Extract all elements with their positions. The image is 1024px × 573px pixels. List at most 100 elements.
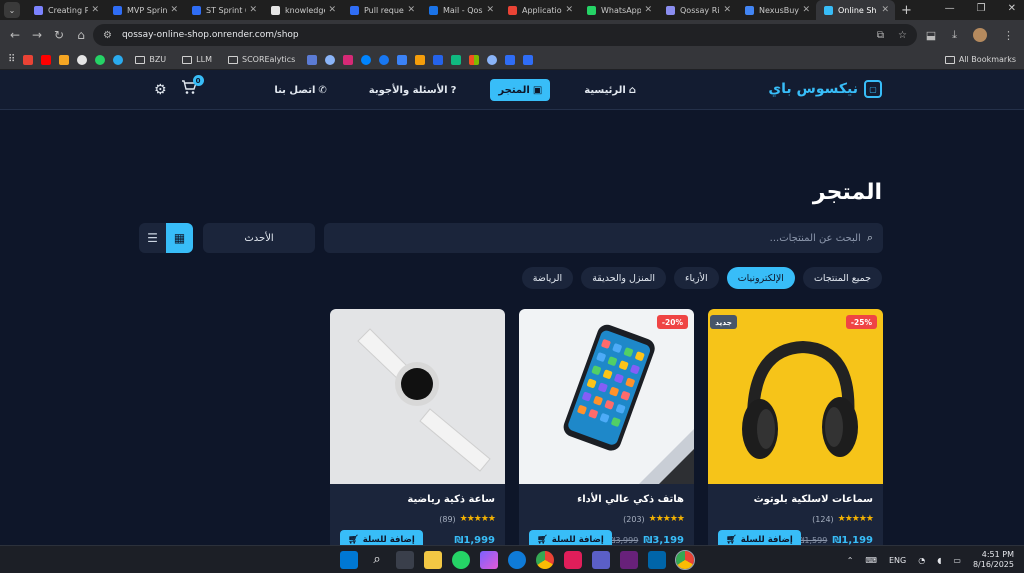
product-image[interactable]: -25% جديد (708, 309, 883, 484)
add-to-cart-button[interactable]: إضافة للسلة 🛒︎ (529, 530, 612, 545)
bookmark-folder-scorealytics[interactable]: SCOREalytics (227, 55, 295, 64)
microsoft-bookmark-icon[interactable] (469, 54, 480, 65)
browser-menu-icon[interactable]: ⋮ (1003, 29, 1014, 42)
forward-icon[interactable]: → (26, 28, 48, 42)
product-card[interactable]: -25% جديد سماعات لاسلكية بلوتوث ★★★★★ (124) ₪… (708, 309, 883, 545)
add-to-cart-button[interactable]: إضافة للسلة 🛒︎ (340, 530, 423, 545)
language-indicator[interactable]: ENG (889, 556, 906, 565)
copilot-icon[interactable] (480, 551, 498, 569)
tab-close-icon[interactable]: ✕ (881, 5, 889, 15)
bookmark-icon[interactable] (325, 54, 336, 65)
tab-close-icon[interactable]: ✕ (249, 5, 257, 15)
browser-tab[interactable]: Online Sh ✕ (816, 0, 895, 20)
keyboard-icon[interactable]: ⌨ (865, 556, 877, 565)
bookmark-icon[interactable] (487, 54, 498, 65)
chrome-active-icon[interactable] (675, 550, 695, 570)
telegram-bookmark-icon[interactable] (113, 54, 124, 65)
tray-chevron-icon[interactable]: ⌃ (847, 556, 854, 565)
product-name[interactable]: سماعات لاسلكية بلوتوث (754, 494, 873, 505)
nav-link-0[interactable]: ⌂ الرئيسية (576, 79, 644, 101)
cart-button[interactable]: 0 (181, 75, 204, 99)
download-icon[interactable]: ⤓ (952, 28, 957, 42)
bookmark-icon[interactable] (415, 54, 426, 65)
bookmark-icon[interactable] (505, 54, 516, 65)
browser-tab[interactable]: Qossay Ri ✕ (658, 0, 737, 20)
slack-icon[interactable] (564, 551, 582, 569)
vscode-icon[interactable] (648, 551, 666, 569)
gmail-bookmark-icon[interactable] (23, 54, 34, 65)
tab-close-icon[interactable]: ✕ (328, 5, 336, 15)
github-bookmark-icon[interactable] (77, 54, 88, 65)
product-image[interactable] (330, 309, 505, 484)
bookmark-star-icon[interactable]: ☆ (898, 30, 907, 41)
category-chip[interactable]: جميع المنتجات (802, 267, 882, 289)
facebook-bookmark-icon[interactable] (379, 54, 390, 65)
settings-gear-icon[interactable]: ⚙ (154, 82, 167, 98)
tab-search-icon[interactable]: ⌄ (4, 2, 20, 18)
tab-close-icon[interactable]: ✕ (723, 5, 731, 15)
messenger-bookmark-icon[interactable] (361, 54, 372, 65)
new-tab-button[interactable]: + (901, 3, 912, 18)
browser-tab[interactable]: Pull reque ✕ (342, 0, 421, 20)
product-name[interactable]: هاتف ذكي عالي الأداء (577, 494, 684, 505)
install-app-icon[interactable]: ⧉ (877, 30, 884, 41)
add-to-cart-button[interactable]: إضافة للسلة 🛒︎ (718, 530, 801, 545)
bookmark-icon[interactable] (59, 54, 70, 65)
profile-avatar[interactable] (973, 28, 987, 42)
whatsapp-taskbar-icon[interactable] (452, 551, 470, 569)
nav-link-3[interactable]: ✆ اتصل بنا (266, 79, 334, 101)
close-window-icon[interactable]: ✕ (1008, 3, 1016, 14)
tab-close-icon[interactable]: ✕ (565, 5, 573, 15)
file-explorer-icon[interactable] (424, 551, 442, 569)
brand-logo[interactable]: ▢ نيكسوس باي (768, 80, 882, 98)
browser-tab[interactable]: Application ✕ (500, 0, 579, 20)
sort-select[interactable]: الأحدث (203, 223, 315, 253)
nav-link-2[interactable]: ? الأسئلة والأجوبة (361, 79, 465, 101)
all-bookmarks-button[interactable]: All Bookmarks (944, 55, 1016, 64)
bookmark-icon[interactable] (433, 54, 444, 65)
bookmark-icon[interactable] (397, 54, 408, 65)
product-image[interactable]: -20% (519, 309, 694, 484)
bookmark-icon[interactable] (451, 54, 462, 65)
bookmark-icon[interactable] (523, 54, 534, 65)
nav-link-1[interactable]: ▣ المتجر (490, 79, 551, 101)
volume-icon[interactable]: ◖ (937, 556, 941, 565)
tab-close-icon[interactable]: ✕ (486, 5, 494, 15)
product-card[interactable]: ساعة ذكية رياضية ★★★★★ (89) ₪1,999 إضافة للس… (330, 309, 505, 545)
minimize-icon[interactable]: — (945, 3, 955, 14)
instagram-bookmark-icon[interactable] (343, 54, 354, 65)
category-chip[interactable]: الرياضة (521, 267, 574, 289)
grid-view-icon[interactable]: ▦ (166, 223, 193, 253)
wifi-icon[interactable]: ◔ (918, 556, 925, 565)
restore-icon[interactable]: ❐ (977, 3, 986, 14)
browser-tab[interactable]: ST Sprint 6 ✕ (184, 0, 263, 20)
browser-tab[interactable]: Creating P ✕ (26, 0, 105, 20)
search-taskbar-icon[interactable]: ⌕ (368, 551, 386, 569)
system-clock[interactable]: 4:51 PM 8/16/2025 (973, 550, 1014, 570)
back-icon[interactable]: ← (4, 28, 26, 42)
address-bar[interactable]: ⚙ qossay-online-shop.onrender.com/shop ⧉… (93, 24, 917, 46)
tab-close-icon[interactable]: ✕ (802, 5, 810, 15)
bookmark-folder-bzu[interactable]: BZU (135, 55, 166, 64)
category-chip[interactable]: الإلكترونيات (726, 267, 795, 289)
category-chip[interactable]: الأزياء (674, 267, 719, 289)
whatsapp-bookmark-icon[interactable] (95, 54, 106, 65)
edge-icon[interactable] (508, 551, 526, 569)
browser-tab[interactable]: MVP Sprint ✕ (105, 0, 184, 20)
list-view-icon[interactable]: ☰ (139, 223, 166, 253)
browser-tab[interactable]: WhatsApp ✕ (579, 0, 658, 20)
visual-studio-icon[interactable] (620, 551, 638, 569)
battery-icon[interactable]: ▭ (953, 556, 961, 565)
tab-close-icon[interactable]: ✕ (170, 5, 178, 15)
tab-close-icon[interactable]: ✕ (407, 5, 415, 15)
product-card[interactable]: -20% هاتف ذكي عالي الأداء ★★★★★ (203) ₪3,199… (519, 309, 694, 545)
youtube-bookmark-icon[interactable] (41, 54, 52, 65)
bookmark-icon[interactable] (307, 54, 318, 65)
tab-close-icon[interactable]: ✕ (644, 5, 652, 15)
home-icon[interactable]: ⌂ (70, 28, 92, 42)
tab-close-icon[interactable]: ✕ (91, 5, 99, 15)
browser-tab[interactable]: knowledge ✕ (263, 0, 342, 20)
extensions-icon[interactable]: ⬓ (926, 29, 936, 42)
category-chip[interactable]: المنزل والحديقة (581, 267, 667, 289)
browser-tab[interactable]: Mail - Qos ✕ (421, 0, 500, 20)
